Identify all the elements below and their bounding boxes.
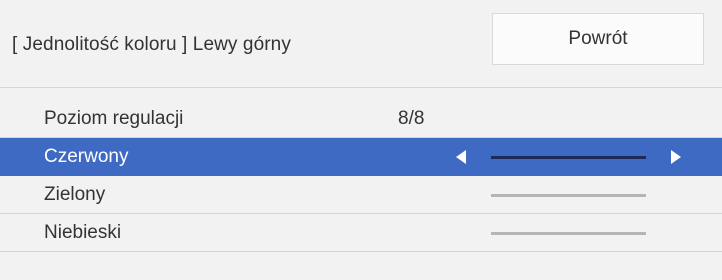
red-row[interactable]: Czerwony [0, 138, 722, 176]
green-label: Zielony [44, 184, 106, 205]
blue-label: Niebieski [44, 222, 122, 243]
settings-list: Poziom regulacji 8/8 Czerwony Zielony Ni… [0, 100, 722, 252]
panel-header: [ Jednolitość koloru ] Lewy górny Powrót [0, 0, 722, 88]
red-slider[interactable] [491, 156, 646, 159]
page-title: [ Jednolitość koloru ] Lewy górny [12, 34, 291, 55]
increase-arrow-icon[interactable] [671, 150, 681, 164]
decrease-arrow-icon[interactable] [456, 150, 466, 164]
adjustment-level-label: Poziom regulacji [44, 108, 184, 129]
adjustment-level-row[interactable]: Poziom regulacji 8/8 [0, 100, 722, 138]
adjustment-level-value: 8/8 [398, 108, 425, 129]
blue-slider[interactable] [491, 232, 646, 235]
green-row[interactable]: Zielony [0, 176, 722, 214]
red-label: Czerwony [44, 146, 129, 167]
back-button[interactable]: Powrót [492, 13, 704, 65]
blue-row[interactable]: Niebieski [0, 214, 722, 252]
color-uniformity-panel: [ Jednolitość koloru ] Lewy górny Powrót… [0, 0, 722, 280]
green-slider[interactable] [491, 194, 646, 197]
panel-footer [0, 262, 722, 280]
